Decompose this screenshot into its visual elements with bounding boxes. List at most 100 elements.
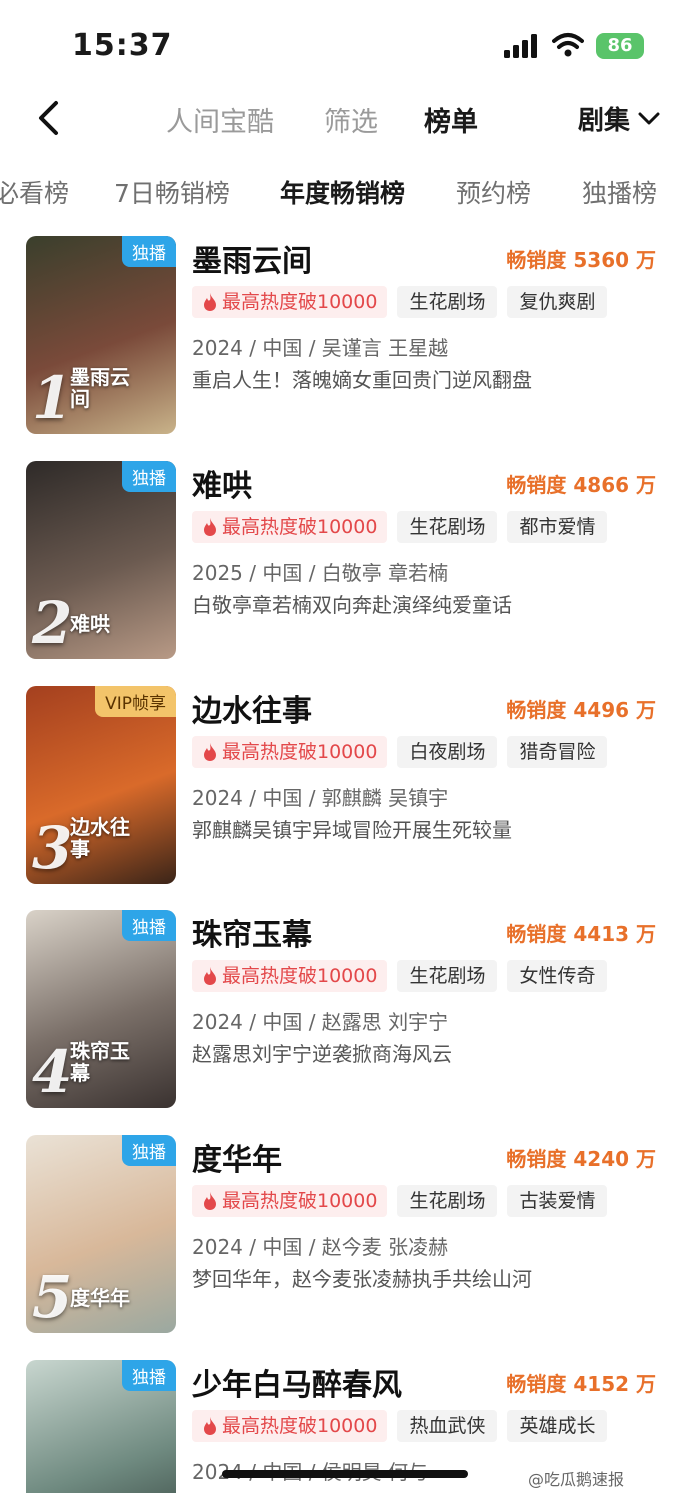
poster-badge: 独播 xyxy=(122,1135,176,1166)
heat-text: 最高热度破10000 xyxy=(222,291,378,313)
chevron-left-icon xyxy=(39,101,58,135)
poster-image[interactable]: 墨雨云间 1 独播 xyxy=(26,236,176,434)
heat-tag: 最高热度破10000 xyxy=(192,960,388,992)
battery-indicator: 86 xyxy=(596,33,644,59)
genre-tag[interactable]: 女性传奇 xyxy=(507,960,608,992)
show-meta: 2024 / 中国 / 赵露思 刘宇宁 xyxy=(192,1010,449,1034)
nav-tab-filter[interactable]: 筛选 xyxy=(324,100,378,139)
poster-title-text: 墨雨云间 xyxy=(70,365,130,411)
poster-badge: VIP帧享 xyxy=(95,686,176,717)
nav-tab-rankings[interactable]: 榜单 xyxy=(424,100,478,139)
back-button[interactable] xyxy=(28,96,68,140)
poster-image[interactable]: 难哄 2 独播 xyxy=(26,461,176,659)
flame-icon xyxy=(204,293,216,311)
poster-title-text: 度华年 xyxy=(70,1286,130,1310)
status-bar: 15:37 86 xyxy=(0,0,690,88)
rank-number: 6 xyxy=(32,1488,72,1493)
show-meta: 2025 / 中国 / 白敬亭 章若楠 xyxy=(192,561,449,585)
list-item[interactable]: 墨雨云间 1 独播 墨雨云间 畅销度 5360 万 最高热度破10000 生花剧… xyxy=(0,236,690,442)
genre-tag[interactable]: 生花剧场 xyxy=(397,286,498,318)
rank-number: 1 xyxy=(32,364,73,432)
heat-text: 最高热度破10000 xyxy=(222,965,378,987)
sub-tab-7day[interactable]: 7日畅销榜 xyxy=(114,174,230,210)
show-title[interactable]: 少年白马醉春风 xyxy=(192,1360,402,1404)
show-description: 仗剑天涯！热血少年闯江湖寻迹逍遥 xyxy=(192,1488,512,1493)
show-title[interactable]: 难哄 xyxy=(192,461,252,505)
sales-score: 畅销度 4496 万 xyxy=(506,698,656,722)
show-meta: 2024 / 中国 / 赵今麦 张凌赫 xyxy=(192,1235,449,1259)
genre-tag[interactable]: 白夜剧场 xyxy=(397,736,498,768)
heat-tag: 最高热度破10000 xyxy=(192,511,388,543)
poster-badge: 独播 xyxy=(122,1360,176,1391)
sub-tab-reservation[interactable]: 预约榜 xyxy=(456,174,531,210)
flame-icon xyxy=(204,743,216,761)
show-meta: 2024 / 中国 / 吴谨言 王星越 xyxy=(192,336,449,360)
poster-image[interactable]: 边水往事 3 VIP帧享 xyxy=(26,686,176,884)
nav-tab-discover[interactable]: 人间宝酷 xyxy=(166,100,274,139)
wifi-icon xyxy=(552,33,584,57)
rank-number: 5 xyxy=(32,1263,73,1331)
sales-score: 畅销度 5360 万 xyxy=(506,248,656,272)
sales-score: 畅销度 4240 万 xyxy=(506,1147,656,1171)
genre-tag[interactable]: 生花剧场 xyxy=(397,1185,498,1217)
genre-tag[interactable]: 猎奇冒险 xyxy=(507,736,608,768)
poster-badge: 独播 xyxy=(122,461,176,492)
rank-number: 2 xyxy=(32,589,73,657)
poster-title-text: 边水往事 xyxy=(70,815,130,861)
show-title[interactable]: 度华年 xyxy=(192,1135,282,1179)
heat-tag: 最高热度破10000 xyxy=(192,1185,388,1217)
rank-number: 4 xyxy=(32,1038,73,1106)
heat-text: 最高热度破10000 xyxy=(222,741,378,763)
flame-icon xyxy=(204,518,216,536)
genre-tag[interactable]: 生花剧场 xyxy=(397,960,498,992)
poster-image[interactable]: 度华年 5 独播 xyxy=(26,1135,176,1333)
sub-tab-must-watch[interactable]: 必看榜 xyxy=(0,174,69,210)
list-item[interactable]: 边水往事 3 VIP帧享 边水往事 畅销度 4496 万 最高热度破10000 … xyxy=(0,686,690,892)
heat-tag: 最高热度破10000 xyxy=(192,736,388,768)
show-description: 梦回华年，赵今麦张凌赫执手共绘山河 xyxy=(192,1267,532,1291)
show-description: 白敬亭章若楠双向奔赴演绎纯爱童话 xyxy=(192,593,512,617)
category-dropdown[interactable]: 剧集 xyxy=(578,100,660,137)
flame-icon xyxy=(204,1192,216,1210)
heat-text: 最高热度破10000 xyxy=(222,1190,378,1212)
tag-row: 最高热度破10000 热血武侠 英雄成长 xyxy=(192,1410,608,1442)
genre-tag[interactable]: 热血武侠 xyxy=(397,1410,498,1442)
poster-image[interactable]: 少年 6 独播 xyxy=(26,1360,176,1493)
list-item[interactable]: 难哄 2 独播 难哄 畅销度 4866 万 最高热度破10000 生花剧场 都市… xyxy=(0,461,690,667)
list-item[interactable]: 珠帘玉幕 4 独播 珠帘玉幕 畅销度 4413 万 最高热度破10000 生花剧… xyxy=(0,910,690,1116)
show-description: 赵露思刘宇宁逆袭掀商海风云 xyxy=(192,1042,452,1066)
heat-text: 最高热度破10000 xyxy=(222,516,378,538)
sub-tab-annual[interactable]: 年度畅销榜 xyxy=(280,174,405,210)
sub-tab-exclusive[interactable]: 独播榜 xyxy=(582,174,657,210)
genre-tag[interactable]: 古装爱情 xyxy=(507,1185,608,1217)
tag-row: 最高热度破10000 生花剧场 复仇爽剧 xyxy=(192,286,608,318)
cellular-signal-icon xyxy=(504,34,537,58)
heat-tag: 最高热度破10000 xyxy=(192,286,388,318)
genre-tag[interactable]: 都市爱情 xyxy=(507,511,608,543)
heat-text: 最高热度破10000 xyxy=(222,1415,378,1437)
sales-score: 畅销度 4152 万 xyxy=(506,1372,656,1396)
top-nav-bar: 人间宝酷 筛选 榜单 剧集 xyxy=(0,88,690,148)
poster-image[interactable]: 珠帘玉幕 4 独播 xyxy=(26,910,176,1108)
ranking-sub-tabs: 必看榜 7日畅销榜 年度畅销榜 预约榜 独播榜 xyxy=(0,168,690,214)
status-time: 15:37 xyxy=(72,28,173,63)
list-item[interactable]: 度华年 5 独播 度华年 畅销度 4240 万 最高热度破10000 生花剧场 … xyxy=(0,1135,690,1341)
poster-badge: 独播 xyxy=(122,910,176,941)
poster-title-text: 难哄 xyxy=(70,612,110,636)
heat-tag: 最高热度破10000 xyxy=(192,1410,388,1442)
tag-row: 最高热度破10000 生花剧场 古装爱情 xyxy=(192,1185,608,1217)
genre-tag[interactable]: 复仇爽剧 xyxy=(507,286,608,318)
tag-row: 最高热度破10000 生花剧场 女性传奇 xyxy=(192,960,608,992)
show-title[interactable]: 珠帘玉幕 xyxy=(192,910,312,954)
flame-icon xyxy=(204,967,216,985)
show-title[interactable]: 边水往事 xyxy=(192,686,312,730)
watermark: @吃瓜鹅速报 xyxy=(528,1470,625,1489)
genre-tag[interactable]: 生花剧场 xyxy=(397,511,498,543)
genre-tag[interactable]: 英雄成长 xyxy=(507,1410,608,1442)
chevron-down-icon xyxy=(638,112,660,124)
home-indicator[interactable] xyxy=(222,1470,468,1478)
rank-number: 3 xyxy=(32,814,73,882)
tag-row: 最高热度破10000 生花剧场 都市爱情 xyxy=(192,511,608,543)
show-title[interactable]: 墨雨云间 xyxy=(192,236,312,280)
poster-badge: 独播 xyxy=(122,236,176,267)
